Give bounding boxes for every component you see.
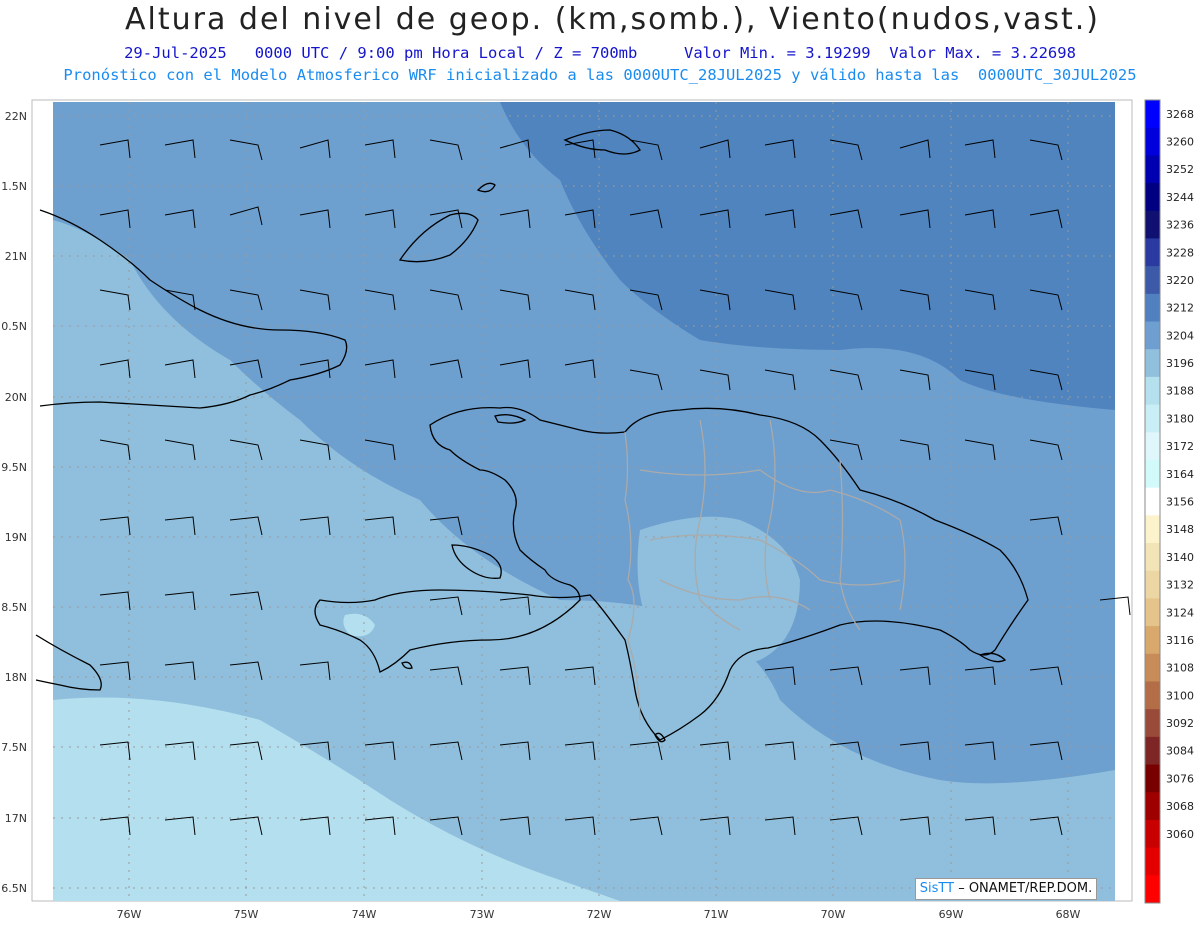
colorbar-label: 3076 <box>1166 772 1194 785</box>
lat-label: 17N <box>5 812 27 825</box>
lat-label: 1.5N <box>1 180 27 193</box>
colorbar-label: 3212 <box>1166 302 1194 315</box>
colorbar-swatch <box>1145 210 1160 239</box>
lon-label: 70W <box>821 908 846 921</box>
colorbar-swatch <box>1145 293 1160 323</box>
colorbar-swatch <box>1145 543 1160 572</box>
lon-labels: 76W 75W 74W 73W 72W 71W 70W 69W 68W <box>117 908 1081 921</box>
colorbar-label: 3196 <box>1166 357 1194 370</box>
lon-label: 72W <box>587 908 612 921</box>
colorbar-label: 3244 <box>1166 191 1194 204</box>
colorbar-swatch <box>1145 127 1160 156</box>
colorbar-label: 3140 <box>1166 551 1194 564</box>
sistt-logo-text: SisTT <box>919 881 955 896</box>
map-title: Altura del nivel de geop. (km,somb.), Vi… <box>125 2 1100 37</box>
colorbar-label: 3124 <box>1166 606 1194 619</box>
colorbar-swatch <box>1145 432 1160 461</box>
colorbar: 3268 3260 3252 3244 3236 3228 3220 3212 3204 3196… <box>1144 99 1194 904</box>
lat-label: 19N <box>5 531 27 544</box>
lat-labels: 22N 1.5N 21N 0.5N 20N 9.5N 19N 8.5N 18N … <box>1 110 27 895</box>
lat-label: 21N <box>5 250 27 263</box>
colorbar-swatch <box>1145 681 1160 710</box>
map-panel: 22N 1.5N 21N 0.5N 20N 9.5N 19N 8.5N 18N … <box>0 95 1200 927</box>
colorbar-swatch <box>1145 155 1160 184</box>
colorbar-swatch <box>1145 183 1160 212</box>
colorbar-swatch <box>1145 404 1160 433</box>
colorbar-label: 3084 <box>1166 745 1194 758</box>
lat-label: 18N <box>5 671 27 684</box>
credit-text: – ONAMET/REP.DOM. <box>954 881 1093 896</box>
lat-label: 8.5N <box>1 601 27 614</box>
lon-label: 68W <box>1056 908 1081 921</box>
colorbar-label: 3228 <box>1166 246 1194 259</box>
colorbar-label: 3252 <box>1166 163 1194 176</box>
colorbar-label: 3172 <box>1166 440 1194 453</box>
lon-label: 74W <box>352 908 377 921</box>
colorbar-swatch <box>1145 100 1160 129</box>
colorbar-swatch <box>1145 515 1160 544</box>
colorbar-swatch <box>1145 626 1160 655</box>
colorbar-swatch <box>1145 376 1160 406</box>
colorbar-label: 3132 <box>1166 579 1194 592</box>
colorbar-swatch <box>1145 349 1160 378</box>
colorbar-label: 3068 <box>1166 800 1194 813</box>
map-svg: 22N 1.5N 21N 0.5N 20N 9.5N 19N 8.5N 18N … <box>1 99 1194 921</box>
colorbar-label: 3188 <box>1166 385 1194 398</box>
colorbar-label: 3204 <box>1166 329 1194 342</box>
lon-label: 75W <box>234 908 259 921</box>
colorbar-swatch <box>1145 875 1160 904</box>
lon-label: 69W <box>939 908 964 921</box>
colorbar-swatch <box>1145 321 1160 350</box>
colorbar-swatch <box>1145 709 1160 738</box>
colorbar-swatch <box>1145 598 1160 627</box>
colorbar-label: 3060 <box>1166 828 1194 841</box>
colorbar-label: 3220 <box>1166 274 1194 287</box>
lon-label: 73W <box>470 908 495 921</box>
colorbar-label: 3156 <box>1166 496 1194 509</box>
valid-time-line: 29-Jul-2025 0000 UTC / 9:00 pm Hora Loca… <box>124 44 1076 62</box>
colorbar-swatch <box>1145 266 1160 295</box>
lon-label: 71W <box>704 908 729 921</box>
colorbar-swatch <box>1145 764 1160 793</box>
colorbar-swatch <box>1145 847 1160 876</box>
lat-label: 22N <box>5 110 27 123</box>
colorbar-label: 3092 <box>1166 717 1194 730</box>
colorbar-label: 3180 <box>1166 412 1194 425</box>
colorbar-swatch <box>1145 792 1160 821</box>
colorbar-label: 3108 <box>1166 662 1194 675</box>
lon-label: 76W <box>117 908 142 921</box>
colorbar-swatch <box>1145 570 1160 599</box>
colorbar-swatch <box>1145 736 1160 766</box>
geopotential-shading <box>53 102 1115 901</box>
colorbar-swatch <box>1145 487 1160 516</box>
colorbar-label: 3164 <box>1166 468 1194 481</box>
colorbar-label: 3100 <box>1166 689 1194 702</box>
colorbar-swatch <box>1145 819 1160 849</box>
colorbar-swatch <box>1145 238 1160 267</box>
lat-label: 9.5N <box>1 461 27 474</box>
lat-label: 0.5N <box>1 320 27 333</box>
colorbar-label: 3268 <box>1166 108 1194 121</box>
lat-label: 20N <box>5 391 27 404</box>
colorbar-label: 3116 <box>1166 634 1194 647</box>
colorbar-label: 3148 <box>1166 523 1194 536</box>
colorbar-swatch <box>1145 459 1160 489</box>
lat-label: 7.5N <box>1 741 27 754</box>
colorbar-label: 3260 <box>1166 136 1194 149</box>
model-info-line: Pronóstico con el Modelo Atmosferico WRF… <box>63 66 1137 84</box>
lat-label: 6.5N <box>1 882 27 895</box>
colorbar-swatch <box>1145 653 1160 682</box>
colorbar-label: 3236 <box>1166 219 1194 232</box>
credit-box: SisTT – ONAMET/REP.DOM. <box>915 878 1097 900</box>
